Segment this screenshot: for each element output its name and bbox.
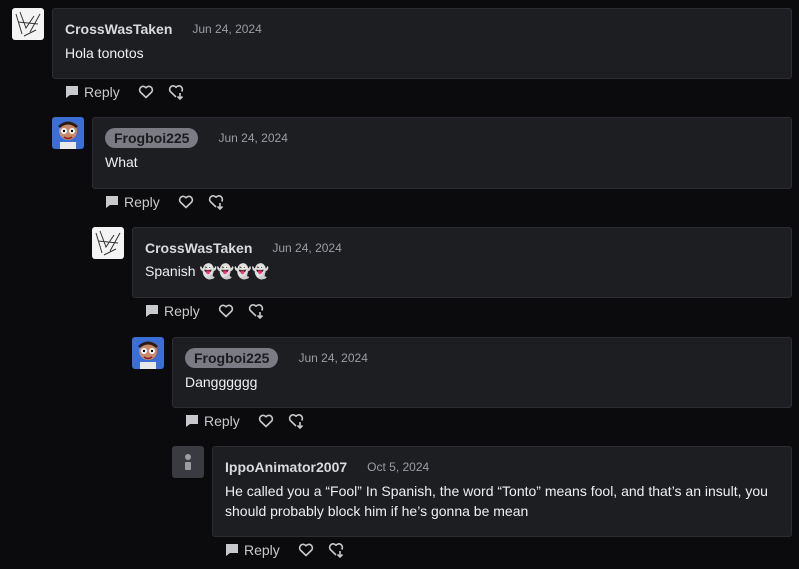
dislike-button[interactable] <box>168 84 186 100</box>
reply-label: Reply <box>204 413 240 429</box>
comment-text: What <box>105 154 138 170</box>
comment-actions: Reply <box>105 192 226 212</box>
avatar[interactable] <box>52 117 84 149</box>
reply-icon <box>66 86 78 98</box>
heart-icon <box>298 543 313 557</box>
dislike-button[interactable] <box>248 303 266 319</box>
heart-icon <box>178 195 193 209</box>
heart-broken-icon <box>208 195 223 210</box>
heart-broken-icon <box>288 414 303 429</box>
comment-date: Jun 24, 2024 <box>272 241 342 255</box>
avatar[interactable] <box>12 8 44 40</box>
comment-actions: Reply <box>65 82 186 102</box>
comment-author[interactable]: Frogboi225 <box>185 348 279 368</box>
comment-author[interactable]: Frogboi225 <box>105 128 199 148</box>
like-button[interactable] <box>258 414 274 428</box>
reply-button[interactable]: Reply <box>105 194 160 210</box>
avatar[interactable] <box>132 337 164 369</box>
like-button[interactable] <box>218 304 234 318</box>
comment-date: Jun 24, 2024 <box>298 351 368 365</box>
dislike-button[interactable] <box>328 542 346 558</box>
comment-date: Oct 5, 2024 <box>367 460 430 474</box>
heart-broken-icon <box>248 304 263 319</box>
reply-icon <box>226 544 238 556</box>
comment-bubble: CrossWasTaken Jun 24, 2024 Hola tonotos <box>52 8 792 79</box>
comment-text: Dangggggg <box>185 374 258 390</box>
reply-button[interactable]: Reply <box>65 84 120 100</box>
heart-broken-icon <box>328 543 343 558</box>
reply-label: Reply <box>124 194 160 210</box>
reply-icon <box>106 196 118 208</box>
comment-bubble: CrossWasTaken Jun 24, 2024 Spanish 👻👻👻👻 <box>132 227 792 298</box>
comment-author[interactable]: IppoAnimator2007 <box>225 459 347 475</box>
heart-broken-icon <box>168 85 183 100</box>
comment-bubble: IppoAnimator2007 Oct 5, 2024 He called y… <box>212 446 792 537</box>
reply-icon <box>146 305 158 317</box>
avatar[interactable] <box>92 227 124 259</box>
heart-icon <box>258 414 273 428</box>
reply-label: Reply <box>164 303 200 319</box>
comment-actions: Reply <box>185 411 306 431</box>
reply-button[interactable]: Reply <box>225 542 280 558</box>
avatar[interactable] <box>172 446 204 478</box>
heart-icon <box>218 304 233 318</box>
like-button[interactable] <box>138 85 154 99</box>
reply-button[interactable]: Reply <box>185 413 240 429</box>
comment-text: He called you a “Fool” In Spanish, the w… <box>225 483 768 519</box>
comment-date: Jun 24, 2024 <box>218 131 288 145</box>
comment-bubble: Frogboi225 Jun 24, 2024 What <box>92 117 792 189</box>
comment-author[interactable]: CrossWasTaken <box>145 240 252 256</box>
reply-button[interactable]: Reply <box>145 303 200 319</box>
comment-bubble: Frogboi225 Jun 24, 2024 Dangggggg <box>172 337 792 408</box>
comment-actions: Reply <box>225 540 346 560</box>
comment-actions: Reply <box>145 301 266 321</box>
comment-text: Spanish 👻👻👻👻 <box>145 263 270 279</box>
user-icon <box>185 454 191 470</box>
reply-icon <box>186 415 198 427</box>
comment-date: Jun 24, 2024 <box>192 22 262 36</box>
comment-author[interactable]: CrossWasTaken <box>65 21 172 37</box>
like-button[interactable] <box>298 543 314 557</box>
reply-label: Reply <box>244 542 280 558</box>
heart-icon <box>138 85 153 99</box>
dislike-button[interactable] <box>208 194 226 210</box>
like-button[interactable] <box>178 195 194 209</box>
reply-label: Reply <box>84 84 120 100</box>
dislike-button[interactable] <box>288 413 306 429</box>
comment-text: Hola tonotos <box>65 45 144 61</box>
